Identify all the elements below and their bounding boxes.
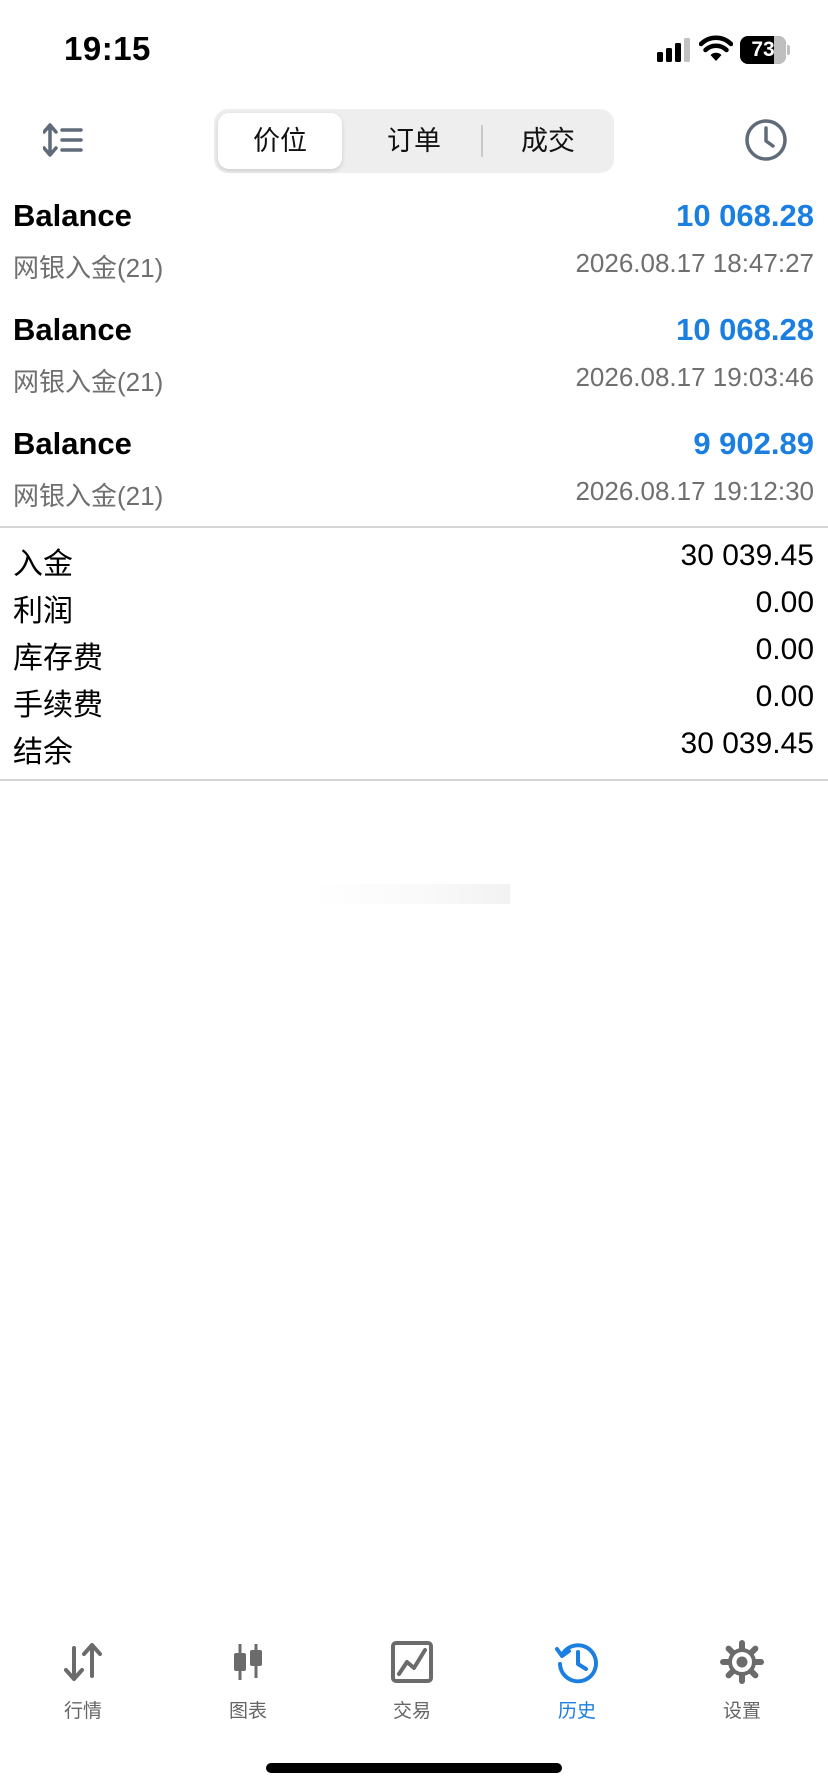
- record-amount: 10 068.28: [676, 312, 814, 347]
- status-time: 19:15: [64, 30, 151, 67]
- summary-value: 0.00: [755, 633, 814, 666]
- record-time: 2026.08.17 19:12:30: [575, 476, 814, 506]
- battery-tip: [787, 45, 790, 55]
- battery-body: 73: [740, 36, 786, 64]
- summary-label: 库存费: [13, 642, 103, 675]
- wifi-icon: [699, 35, 733, 61]
- period-button[interactable]: [742, 116, 790, 164]
- record-time: 2026.08.17 18:47:27: [575, 248, 814, 278]
- tab-trade[interactable]: 交易: [352, 1616, 472, 1722]
- tab-orders[interactable]: 订单: [352, 113, 476, 169]
- segmented-control: 价位 订单 成交: [214, 109, 614, 173]
- summary-row-profit: 利润 0.00: [0, 584, 828, 631]
- summary-row-balance: 结余 30 039.45: [0, 725, 828, 772]
- battery-level: 73: [751, 38, 775, 61]
- summary-value: 0.00: [755, 680, 814, 713]
- summary-top-divider: [0, 526, 828, 528]
- sort-button[interactable]: [40, 118, 86, 162]
- record-title: Balance: [13, 198, 132, 233]
- tab-label: 历史: [557, 1701, 596, 1722]
- home-indicator: [266, 1763, 562, 1773]
- toolbar: 价位 订单 成交: [0, 100, 828, 180]
- summary-row-commission: 手续费 0.00: [0, 678, 828, 725]
- tab-charts[interactable]: 图表: [188, 1616, 308, 1722]
- quotes-arrows-icon: [64, 1643, 102, 1681]
- tab-label: 行情: [63, 1701, 102, 1722]
- battery-icon: 73: [740, 36, 790, 64]
- screen: 19:15 73 价位 订单 成交 Balance 10 068.28 网银入金…: [0, 0, 828, 1792]
- chart-candles-icon: [234, 1644, 262, 1680]
- tab-bar: 行情 图表 交易 历史 设置: [0, 1616, 828, 1726]
- record-amount: 10 068.28: [676, 198, 814, 233]
- history-list: Balance 10 068.28 网银入金(21) 2026.08.17 18…: [0, 190, 828, 532]
- summary-row-deposit: 入金 30 039.45: [0, 537, 828, 584]
- summary-value: 0.00: [755, 586, 814, 619]
- status-bar: 19:15 73: [0, 0, 828, 100]
- record-comment: 网银入金(21): [13, 253, 164, 283]
- tab-settings[interactable]: 设置: [682, 1616, 802, 1722]
- clock-icon: [745, 119, 787, 161]
- record-title: Balance: [13, 312, 132, 347]
- segment-divider: [481, 125, 483, 157]
- list-item[interactable]: Balance 10 068.28 网银入金(21) 2026.08.17 19…: [0, 304, 828, 418]
- record-time: 2026.08.17 19:03:46: [575, 362, 814, 392]
- cellular-signal-icon: [657, 38, 690, 62]
- record-amount: 9 902.89: [693, 426, 814, 461]
- summary-section: 入金 30 039.45 利润 0.00 库存费 0.00 手续费 0.00 结…: [0, 537, 828, 772]
- record-comment: 网银入金(21): [13, 367, 164, 397]
- faint-artifact: [310, 884, 510, 904]
- record-comment: 网银入金(21): [13, 481, 164, 511]
- summary-label: 结余: [13, 736, 73, 769]
- trade-chart-icon: [391, 1641, 433, 1683]
- tab-deals[interactable]: 成交: [486, 113, 610, 169]
- list-item[interactable]: Balance 9 902.89 网银入金(21) 2026.08.17 19:…: [0, 418, 828, 532]
- summary-label: 手续费: [13, 689, 103, 722]
- summary-value: 30 039.45: [680, 727, 814, 760]
- tab-history[interactable]: 历史: [517, 1616, 637, 1722]
- summary-bottom-divider: [0, 779, 828, 781]
- summary-label: 入金: [13, 548, 73, 581]
- tab-label: 图表: [228, 1701, 267, 1722]
- summary-row-swap: 库存费 0.00: [0, 631, 828, 678]
- history-clock-icon: [555, 1643, 598, 1684]
- summary-value: 30 039.45: [680, 539, 814, 572]
- tab-quotes[interactable]: 行情: [23, 1616, 143, 1722]
- sort-icon: [43, 123, 83, 157]
- record-title: Balance: [13, 426, 132, 461]
- list-item[interactable]: Balance 10 068.28 网银入金(21) 2026.08.17 18…: [0, 190, 828, 304]
- tab-label: 设置: [722, 1701, 761, 1722]
- summary-label: 利润: [13, 595, 73, 628]
- tab-label: 交易: [392, 1701, 431, 1722]
- gear-icon: [720, 1640, 764, 1684]
- tab-positions[interactable]: 价位: [218, 113, 342, 169]
